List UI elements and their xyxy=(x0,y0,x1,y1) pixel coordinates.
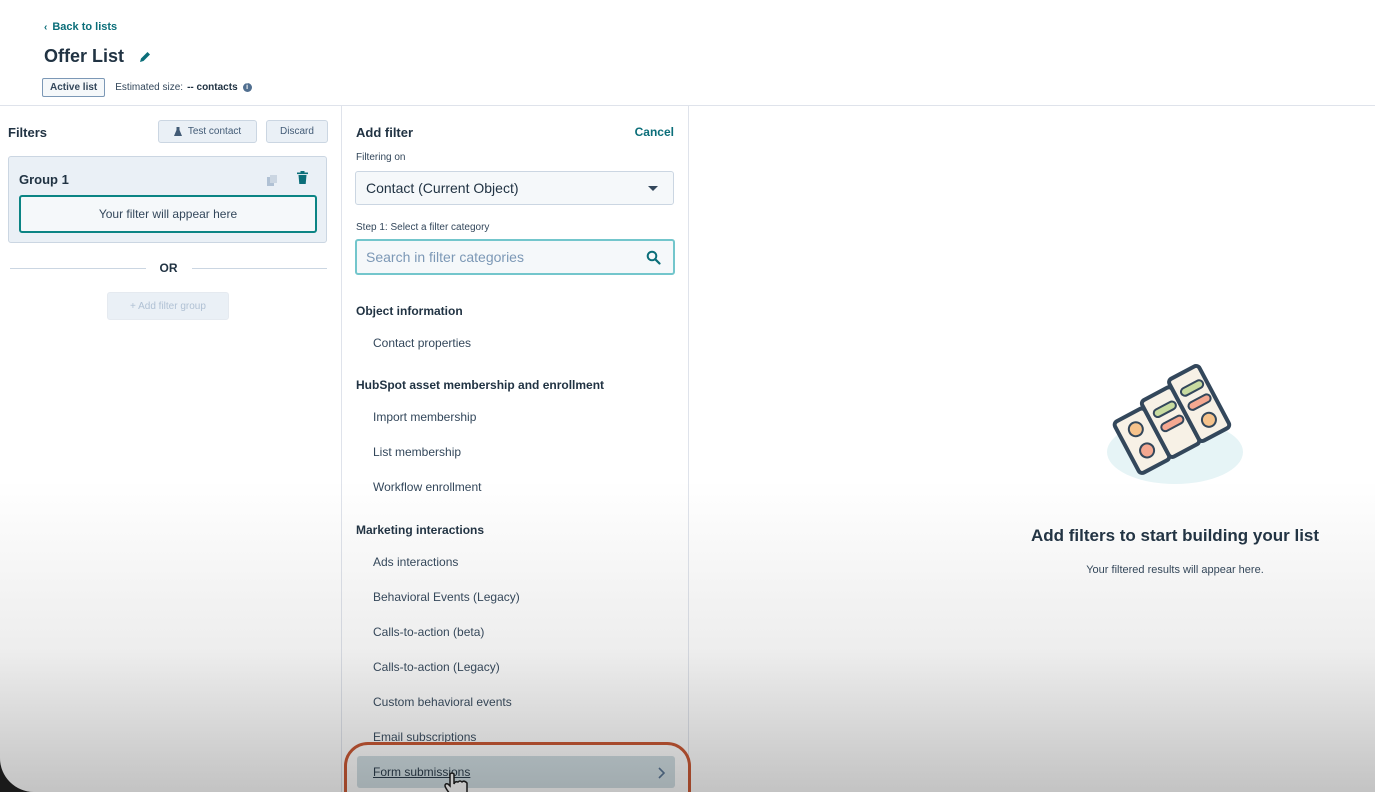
object-select[interactable]: Contact (Current Object) xyxy=(355,171,674,205)
category-item[interactable]: Calls-to-action (Legacy) xyxy=(373,660,500,674)
copy-icon[interactable] xyxy=(267,173,277,186)
estimated-size-value: -- contacts xyxy=(187,82,238,93)
back-link-label: Back to lists xyxy=(52,21,118,33)
filter-search-input[interactable] xyxy=(366,249,636,265)
add-filter-panel: Add filter Cancel Filtering on Contact (… xyxy=(342,106,689,792)
filter-placeholder[interactable]: Your filter will appear here xyxy=(19,195,317,233)
step-label: Step 1: Select a filter category xyxy=(356,222,490,233)
or-label: OR xyxy=(159,261,178,275)
hand-cursor-icon xyxy=(440,772,480,792)
flask-icon xyxy=(173,127,182,136)
category-item[interactable]: Calls-to-action (beta) xyxy=(373,625,484,639)
group-title: Group 1 xyxy=(19,172,69,187)
category-item[interactable]: List membership xyxy=(373,445,461,459)
filter-search-box[interactable] xyxy=(355,239,675,275)
empty-state-illustration xyxy=(1100,348,1250,496)
divider-line xyxy=(191,267,327,269)
caret-down-icon xyxy=(648,186,658,191)
chevron-left-icon: ‹ xyxy=(44,22,48,33)
page-header: ‹ Back to lists Offer List Active list Es… xyxy=(0,0,1375,106)
section-header-object-information: Object information xyxy=(356,304,463,318)
chevron-right-icon xyxy=(658,766,666,779)
category-item[interactable]: Ads interactions xyxy=(373,555,458,569)
title-row: Offer List xyxy=(44,46,152,67)
category-item[interactable]: Custom behavioral events xyxy=(373,695,512,709)
category-item[interactable]: Contact properties xyxy=(373,336,471,350)
pencil-icon[interactable] xyxy=(138,50,152,64)
estimated-size-label: Estimated size: xyxy=(115,82,184,93)
page-title: Offer List xyxy=(44,46,125,66)
filters-panel: Filters Test contact Discard Group 1 You… xyxy=(0,106,342,792)
cancel-link[interactable]: Cancel xyxy=(635,125,674,139)
category-item[interactable]: Workflow enrollment xyxy=(373,480,481,494)
divider-line xyxy=(10,267,146,269)
filtering-on-label: Filtering on xyxy=(356,152,406,163)
empty-state-title: Add filters to start building your list xyxy=(1030,526,1320,545)
section-header-marketing-interactions: Marketing interactions xyxy=(356,523,485,537)
test-contact-button[interactable]: Test contact xyxy=(158,120,257,143)
category-item[interactable]: Import membership xyxy=(373,410,476,424)
search-icon[interactable] xyxy=(646,250,661,265)
add-filter-group-button[interactable]: + Add filter group xyxy=(107,292,229,320)
filters-title: Filters xyxy=(8,125,48,140)
category-item[interactable]: Behavioral Events (Legacy) xyxy=(373,590,520,604)
empty-state-subtitle: Your filtered results will appear here. xyxy=(1086,564,1264,576)
or-divider: OR xyxy=(10,260,327,276)
info-icon[interactable]: i xyxy=(242,83,252,92)
discard-button[interactable]: Discard xyxy=(266,120,328,143)
section-header-hubspot-asset: HubSpot asset membership and enrollment xyxy=(356,378,605,392)
category-item-form-submissions[interactable]: Form submissions xyxy=(357,756,675,788)
meta-row: Active list Estimated size: -- contacts … xyxy=(42,78,252,97)
back-to-lists-link[interactable]: ‹ Back to lists xyxy=(44,21,117,33)
trash-icon[interactable] xyxy=(297,171,308,184)
app-window: ‹ Back to lists Offer List Active list Es… xyxy=(0,0,1375,792)
object-select-value: Contact (Current Object) xyxy=(366,180,519,196)
category-item[interactable]: Email subscriptions xyxy=(373,730,476,744)
active-list-badge: Active list xyxy=(42,78,106,97)
add-filter-title: Add filter xyxy=(356,125,414,140)
filter-group-card: Group 1 Your filter will appear here xyxy=(8,156,327,243)
test-contact-label: Test contact xyxy=(187,126,242,137)
